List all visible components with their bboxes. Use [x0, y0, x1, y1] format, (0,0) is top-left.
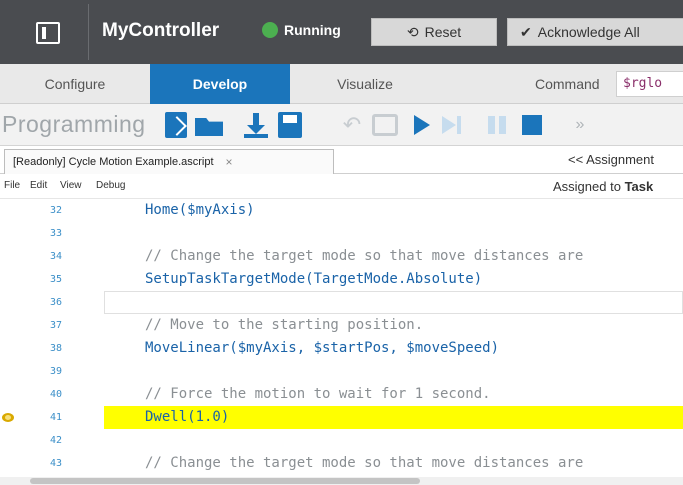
undo-icon: ↶: [342, 112, 362, 137]
assignments-link[interactable]: << Assignment: [568, 152, 654, 167]
line-number: 40: [50, 389, 63, 400]
file-tab-strip: [Readonly] Cycle Motion Example.ascript …: [0, 146, 683, 174]
status-dot-icon: [262, 22, 278, 38]
panel-menu-icon: [36, 22, 60, 44]
code-text: // Move to the starting position.: [145, 317, 424, 333]
reset-icon: ⟲: [406, 23, 419, 40]
assigned-to-value: Task: [624, 179, 654, 194]
tab-develop[interactable]: Develop: [150, 64, 290, 104]
new-file-icon[interactable]: [165, 112, 187, 138]
controller-status: Running: [262, 22, 341, 38]
line-number: 43: [50, 458, 63, 469]
download-icon[interactable]: [244, 112, 268, 138]
title-divider: [88, 4, 89, 60]
save-icon[interactable]: [278, 112, 302, 138]
pause-icon: [486, 112, 508, 138]
code-editor[interactable]: 32 Home($myAxis) 33 34 // Change the target …: [0, 198, 683, 485]
line-number: 37: [50, 320, 63, 331]
command-input[interactable]: $rglo: [616, 71, 683, 97]
debug-icon: [372, 114, 398, 136]
tab-configure[interactable]: Configure: [0, 64, 150, 104]
assigned-to: Assigned to Task: [553, 179, 653, 194]
code-text: Home($myAxis): [145, 202, 255, 218]
code-text: SetupTaskTargetMode(TargetMode.Absolute): [145, 271, 483, 287]
line-number: 42: [50, 435, 63, 446]
line-number: 32: [50, 205, 63, 216]
play-icon[interactable]: [410, 112, 432, 138]
tab-visualize[interactable]: Visualize: [290, 64, 440, 104]
stop-icon[interactable]: [522, 115, 542, 135]
more-icon[interactable]: »: [568, 112, 592, 138]
horizontal-scrollbar[interactable]: [0, 477, 683, 485]
line-number: 41: [50, 412, 63, 423]
file-tab[interactable]: [Readonly] Cycle Motion Example.ascript …: [4, 149, 334, 174]
code-text: // Change the target mode so that move d…: [145, 248, 584, 264]
code-text: // Force the motion to wait for 1 second…: [145, 386, 491, 402]
code-line[interactable]: 36: [0, 291, 683, 314]
open-folder-icon[interactable]: [195, 112, 225, 138]
reset-button[interactable]: ⟲ Reset: [371, 18, 497, 46]
main-menu-button[interactable]: [8, 8, 88, 58]
line-number: 34: [50, 251, 63, 262]
close-icon[interactable]: ×: [226, 155, 233, 169]
line-number: 33: [50, 228, 63, 239]
section-title: Programming: [2, 111, 146, 137]
line-number: 39: [50, 366, 63, 377]
code-text: // Change the target mode so that move d…: [145, 455, 584, 471]
code-line[interactable]: 33: [0, 222, 683, 245]
app-title: MyController: [102, 20, 220, 41]
reset-label: Reset: [424, 24, 462, 40]
acknowledge-label: Acknowledge All: [537, 24, 640, 40]
scrollbar-thumb[interactable]: [30, 478, 420, 484]
step-icon: [440, 112, 466, 138]
code-line[interactable]: 43 // Change the target mode so that move…: [0, 452, 683, 475]
menu-view[interactable]: View: [60, 180, 82, 191]
line-number: 36: [50, 297, 63, 308]
programming-toolbar: Programming ↶ »: [0, 104, 683, 227]
code-line[interactable]: 34 // Change the target mode so that move…: [0, 245, 683, 268]
check-icon: ✔: [520, 23, 532, 40]
code-line[interactable]: 42: [0, 429, 683, 452]
code-line[interactable]: 35 SetupTaskTargetMode(TargetMode.Absolut…: [0, 268, 683, 291]
menu-edit[interactable]: Edit: [30, 180, 47, 191]
code-line[interactable]: 40 // Force the motion to wait for 1 seco…: [0, 383, 683, 406]
file-tab-label: [Readonly] Cycle Motion Example.ascript: [13, 156, 214, 168]
title-bar: MyController Running ⟲ Reset ✔ Acknowled…: [0, 0, 683, 64]
command-label: Command: [535, 76, 600, 92]
editor-menu-bar: File Edit View Debug Assigned to Task: [0, 174, 683, 198]
line-number: 35: [50, 274, 63, 285]
status-label: Running: [284, 22, 341, 38]
execution-pointer-icon: [2, 413, 14, 422]
code-line[interactable]: 39: [0, 360, 683, 383]
cursor-line-box: [104, 291, 683, 314]
menu-debug[interactable]: Debug: [96, 180, 125, 191]
line-number: 38: [50, 343, 63, 354]
menu-file[interactable]: File: [4, 180, 20, 191]
main-tabs: Configure Develop Visualize Command $rgl…: [0, 64, 683, 104]
code-line[interactable]: 38 MoveLinear($myAxis, $startPos, $moveSp…: [0, 337, 683, 360]
code-line[interactable]: 32 Home($myAxis): [0, 199, 683, 222]
acknowledge-all-button[interactable]: ✔ Acknowledge All: [507, 18, 683, 46]
code-line[interactable]: 37 // Move to the starting position.: [0, 314, 683, 337]
assigned-to-prefix: Assigned to: [553, 179, 621, 194]
code-text: Dwell(1.0): [145, 409, 230, 425]
code-text: MoveLinear($myAxis, $startPos, $moveSpee…: [145, 340, 500, 356]
code-line[interactable]: 41 Dwell(1.0): [0, 406, 683, 429]
